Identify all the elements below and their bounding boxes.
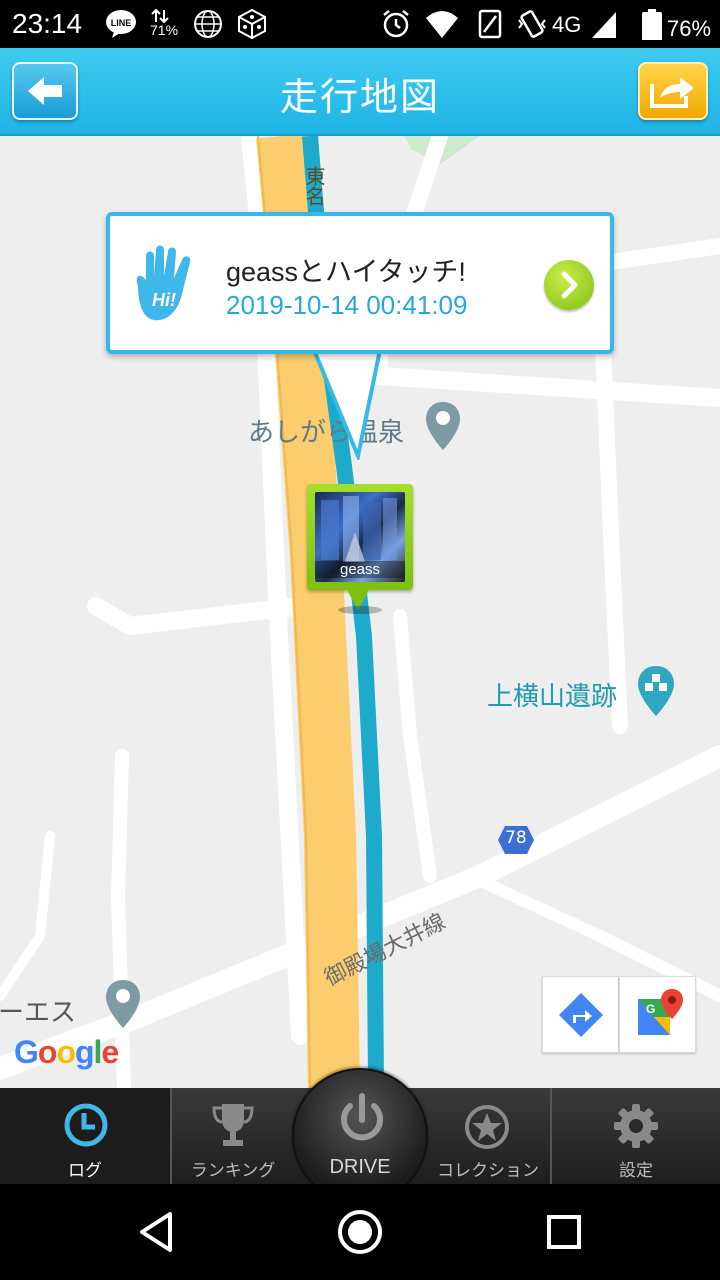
popup-title: geassとハイタッチ! <box>226 257 466 287</box>
network-label: 4G <box>552 12 582 37</box>
expressway-label: 東名 <box>302 166 326 206</box>
line-icon: LINE <box>106 10 136 38</box>
app-header: 走行地図 <box>0 48 720 136</box>
status-bar: 23:14 LINE 71% 4G 76% <box>0 0 720 48</box>
system-nav-bar <box>0 1184 720 1280</box>
page-title: 走行地図 <box>279 75 440 119</box>
tab-label: 設定 <box>619 1161 653 1181</box>
power-icon <box>341 1093 383 1141</box>
open-google-maps-button[interactable]: G <box>619 976 696 1053</box>
google-maps-icon: G <box>638 989 683 1035</box>
signal-icon <box>592 12 616 38</box>
directions-icon <box>559 993 603 1037</box>
star-icon <box>465 1105 509 1149</box>
recents-square-icon[interactable] <box>540 1208 588 1256</box>
google-logo-letter: g <box>74 1034 95 1070</box>
status-time: 23:14 <box>12 8 83 39</box>
tab-label: ログ <box>68 1161 102 1181</box>
globe-icon <box>194 10 222 38</box>
tab-collection[interactable]: コレクション <box>428 1088 548 1184</box>
drive-label: DRIVE <box>329 1156 391 1178</box>
tab-log[interactable]: ログ <box>0 1088 170 1184</box>
share-arrow-icon <box>650 77 694 108</box>
place-label-ruins: 上横山遺跡 <box>487 682 618 712</box>
svg-text:LINE: LINE <box>111 18 132 28</box>
user-avatar: geass <box>315 492 405 582</box>
google-logo-letter: e <box>101 1034 119 1070</box>
hi-touch-popup[interactable]: Hi! geassとハイタッチ! 2019-10-14 00:41:09 <box>106 212 614 354</box>
tab-ranking[interactable]: ランキング <box>172 1088 294 1184</box>
marker-name: geass <box>315 561 405 578</box>
google-logo: Google <box>14 1034 119 1071</box>
directions-button[interactable] <box>542 976 619 1053</box>
google-logo-letter: o <box>37 1034 58 1070</box>
chevron-right-icon <box>561 271 578 299</box>
user-marker[interactable]: geass <box>307 484 413 590</box>
tab-label: コレクション <box>437 1161 539 1181</box>
battery-icon <box>642 9 662 40</box>
hi-five-hand-icon: Hi! <box>136 245 191 321</box>
google-logo-letter: o <box>56 1034 76 1070</box>
dice-icon <box>238 8 266 40</box>
bottom-tab-bar: ログ ランキング DRIVE コレクション 設定 <box>0 1068 720 1204</box>
battery-percent: 76% <box>667 16 712 41</box>
place-label-shop: ーエス <box>0 998 77 1028</box>
alarm-icon <box>383 10 409 38</box>
route-number-label: 78 <box>505 828 527 848</box>
vibrate-icon <box>518 10 546 38</box>
tab-settings[interactable]: 設定 <box>552 1088 720 1184</box>
place-pin-icon <box>426 402 460 450</box>
gear-icon <box>614 1104 658 1148</box>
map-view[interactable]: 東名 78 御殿場大井線 あしがら温泉 上横山遺跡 ーエス Hi! geassと… <box>0 136 720 1088</box>
back-triangle-icon[interactable] <box>132 1208 180 1256</box>
clock-icon <box>64 1103 108 1147</box>
svg-text:Hi!: Hi! <box>152 290 176 310</box>
popup-timestamp: 2019-10-14 00:41:09 <box>226 290 468 320</box>
speed-badge: 71% <box>150 22 179 38</box>
trophy-icon <box>212 1104 254 1146</box>
place-pin-icon <box>106 980 140 1028</box>
popup-next-button[interactable] <box>544 260 594 310</box>
marker-pointer <box>338 588 382 614</box>
google-logo-letter: G <box>14 1034 39 1070</box>
wifi-icon <box>426 11 458 38</box>
share-button[interactable] <box>638 62 708 120</box>
svg-text:G: G <box>646 1002 655 1016</box>
home-circle-icon[interactable] <box>336 1208 384 1256</box>
landmark-pin-icon <box>638 666 674 716</box>
sim-icon <box>478 9 502 39</box>
popup-pointer <box>312 350 382 460</box>
tab-label: ランキング <box>190 1161 276 1181</box>
